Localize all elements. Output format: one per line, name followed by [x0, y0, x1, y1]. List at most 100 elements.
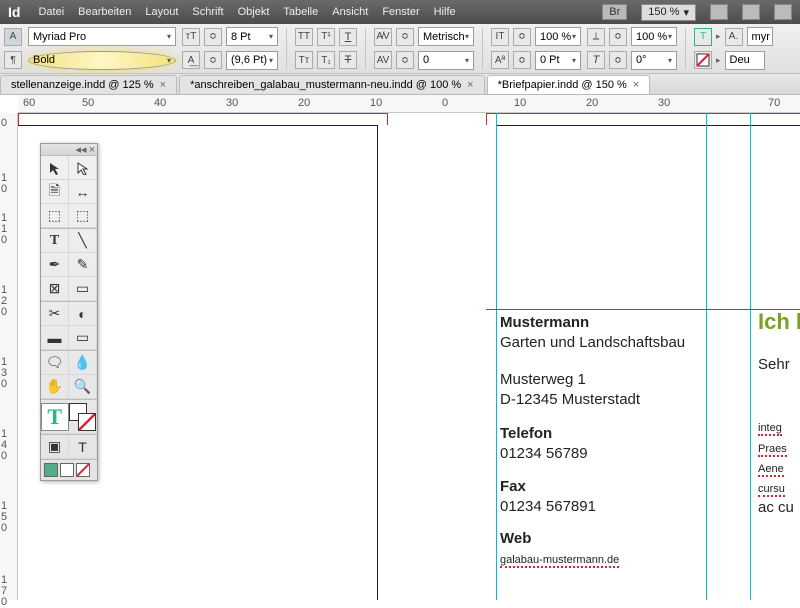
- menu-window[interactable]: Fenster: [382, 6, 419, 18]
- menu-object[interactable]: Objekt: [238, 6, 270, 18]
- collapse-icon[interactable]: ◂◂: [76, 143, 87, 156]
- close-icon[interactable]: ×: [633, 79, 639, 91]
- search-hint[interactable]: myr: [747, 27, 773, 46]
- guide-vertical[interactable]: [750, 113, 751, 600]
- subscript-icon[interactable]: T₁: [317, 51, 335, 69]
- smallcaps-icon[interactable]: Tᴛ: [295, 51, 313, 69]
- hand-tool[interactable]: ✋: [41, 375, 69, 399]
- baseline-select[interactable]: 0 Pt▾: [535, 51, 581, 70]
- apply-color-text-icon[interactable]: T: [69, 435, 97, 459]
- zoom-tool[interactable]: 🔍: [69, 375, 97, 399]
- rectangle-tool[interactable]: ▭: [69, 277, 97, 301]
- body-line: ac cu: [758, 498, 800, 518]
- chevron-right-icon[interactable]: ▸: [716, 55, 721, 66]
- tracking-select[interactable]: 0▾: [418, 51, 474, 70]
- strikethrough-icon[interactable]: T: [339, 51, 357, 69]
- address-street: Musterweg 1: [500, 370, 710, 390]
- vscale-icon: IT: [491, 28, 509, 46]
- normal-view-icon[interactable]: [44, 463, 58, 477]
- allcaps-icon[interactable]: TT: [295, 28, 313, 46]
- menu-type[interactable]: Schrift: [192, 6, 223, 18]
- bridge-button[interactable]: Br: [602, 4, 627, 20]
- bleed-view-icon[interactable]: [76, 463, 90, 477]
- type-tool[interactable]: T: [41, 229, 69, 253]
- zoom-select[interactable]: 150 %▾: [641, 4, 696, 21]
- content-placer-tool[interactable]: ⬚: [69, 204, 97, 228]
- guide-horizontal[interactable]: [486, 309, 800, 310]
- leading-select[interactable]: (9,6 Pt)▾: [226, 51, 278, 70]
- menu-table[interactable]: Tabelle: [283, 6, 318, 18]
- note-tool[interactable]: 🗨: [41, 351, 69, 375]
- stepper-icon[interactable]: ≎: [609, 51, 627, 69]
- doc-tab[interactable]: stellenanzeige.indd @ 125 %×: [0, 75, 177, 94]
- char-mode-icon[interactable]: A: [4, 28, 22, 46]
- gradient-feather-tool[interactable]: ▭: [69, 326, 97, 350]
- tools-panel[interactable]: ◂◂× 🗎 ↔ ⬚ ⬚ T ╲ ✒ ✎ ⊠ ▭ ✂ ◐ ▬ ▭: [40, 143, 98, 481]
- arrange-icon[interactable]: [774, 4, 792, 20]
- view-mode-switch[interactable]: [41, 459, 97, 480]
- stepper-icon[interactable]: ≎: [396, 51, 414, 69]
- menu-file[interactable]: Datei: [38, 6, 64, 18]
- doc-tab[interactable]: *anschreiben_galabau_mustermann-neu.indd…: [179, 75, 485, 94]
- ruler-horizontal[interactable]: 60 50 40 30 20 10 0 10 20 30 70: [18, 95, 800, 113]
- stepper-icon[interactable]: ≎: [513, 51, 531, 69]
- menu-layout[interactable]: Layout: [145, 6, 178, 18]
- content-collector-tool[interactable]: ⬚: [41, 204, 69, 228]
- eyedropper-tool[interactable]: 💧: [69, 351, 97, 375]
- doc-tab-active[interactable]: *Briefpapier.indd @ 150 %×: [487, 75, 651, 94]
- guide-vertical[interactable]: [496, 113, 497, 600]
- preview-view-icon[interactable]: [60, 463, 74, 477]
- line-tool[interactable]: ╲: [69, 229, 97, 253]
- font-family-select[interactable]: Myriad Pro▾: [28, 27, 176, 46]
- body-text-frame[interactable]: Ich b Sehr integ Praes Aene cursu ac cu: [758, 309, 800, 519]
- stepper-icon[interactable]: ≎: [204, 28, 222, 46]
- pencil-tool[interactable]: ✎: [69, 253, 97, 277]
- hscale-select[interactable]: 100 %▾: [631, 27, 677, 46]
- stepper-icon[interactable]: ≎: [204, 51, 222, 69]
- skew-select[interactable]: 0°▾: [631, 51, 677, 70]
- font-style-select[interactable]: Bold▾: [28, 51, 176, 70]
- stepper-icon[interactable]: ≎: [396, 28, 414, 46]
- kerning-select[interactable]: Metrisch▾: [418, 27, 474, 46]
- page-tool[interactable]: 🗎: [41, 180, 69, 204]
- phone-label: Telefon: [500, 424, 710, 444]
- chevron-right-icon[interactable]: ▸: [716, 31, 721, 42]
- heading: Ich b: [758, 309, 800, 335]
- superscript-icon[interactable]: T¹: [317, 28, 335, 46]
- gap-tool[interactable]: ↔: [69, 180, 97, 204]
- language-select[interactable]: Deu: [725, 51, 765, 70]
- selection-tool[interactable]: [41, 156, 69, 180]
- stepper-icon[interactable]: ≎: [513, 28, 531, 46]
- ruler-vertical[interactable]: 0 1 0 1 1 0 1 2 0 1 3 0 1 4 0 1 5 0 1 7 …: [0, 113, 18, 600]
- fill-stroke-swatch[interactable]: T: [41, 400, 97, 434]
- font-size-select[interactable]: 8 Pt▾: [226, 27, 278, 46]
- document-tabs: stellenanzeige.indd @ 125 %× *anschreibe…: [0, 74, 800, 95]
- view-mode-icon[interactable]: [710, 4, 728, 20]
- free-transform-tool[interactable]: ◐: [69, 302, 97, 326]
- char-style-icon[interactable]: A.: [725, 28, 743, 46]
- close-icon[interactable]: ×: [89, 144, 95, 156]
- screen-mode-icon[interactable]: [742, 4, 760, 20]
- scissors-tool[interactable]: ✂: [41, 302, 69, 326]
- canvas[interactable]: Mustermann Garten und Landschaftsbau Mus…: [18, 113, 800, 600]
- stepper-icon[interactable]: ≎: [609, 28, 627, 46]
- no-fill-icon[interactable]: [694, 51, 712, 69]
- apply-color-container-icon[interactable]: ▣: [41, 435, 69, 459]
- underline-icon[interactable]: T: [339, 28, 357, 46]
- panel-header[interactable]: ◂◂×: [41, 144, 97, 156]
- menu-help[interactable]: Hilfe: [434, 6, 456, 18]
- rectangle-frame-tool[interactable]: ⊠: [41, 277, 69, 301]
- gradient-swatch-tool[interactable]: ▬: [41, 326, 69, 350]
- address-frame[interactable]: Mustermann Garten und Landschaftsbau Mus…: [500, 313, 710, 570]
- para-mode-icon[interactable]: ¶: [4, 51, 22, 69]
- vscale-select[interactable]: 100 %▾: [535, 27, 581, 46]
- close-icon[interactable]: ×: [160, 79, 166, 91]
- direct-selection-tool[interactable]: [69, 156, 97, 180]
- bleed-edge: [18, 113, 388, 125]
- menu-view[interactable]: Ansicht: [332, 6, 368, 18]
- body-line: cursu: [758, 483, 785, 497]
- menu-edit[interactable]: Bearbeiten: [78, 6, 131, 18]
- close-icon[interactable]: ×: [467, 79, 473, 91]
- fill-char-icon[interactable]: T: [694, 28, 712, 46]
- pen-tool[interactable]: ✒: [41, 253, 69, 277]
